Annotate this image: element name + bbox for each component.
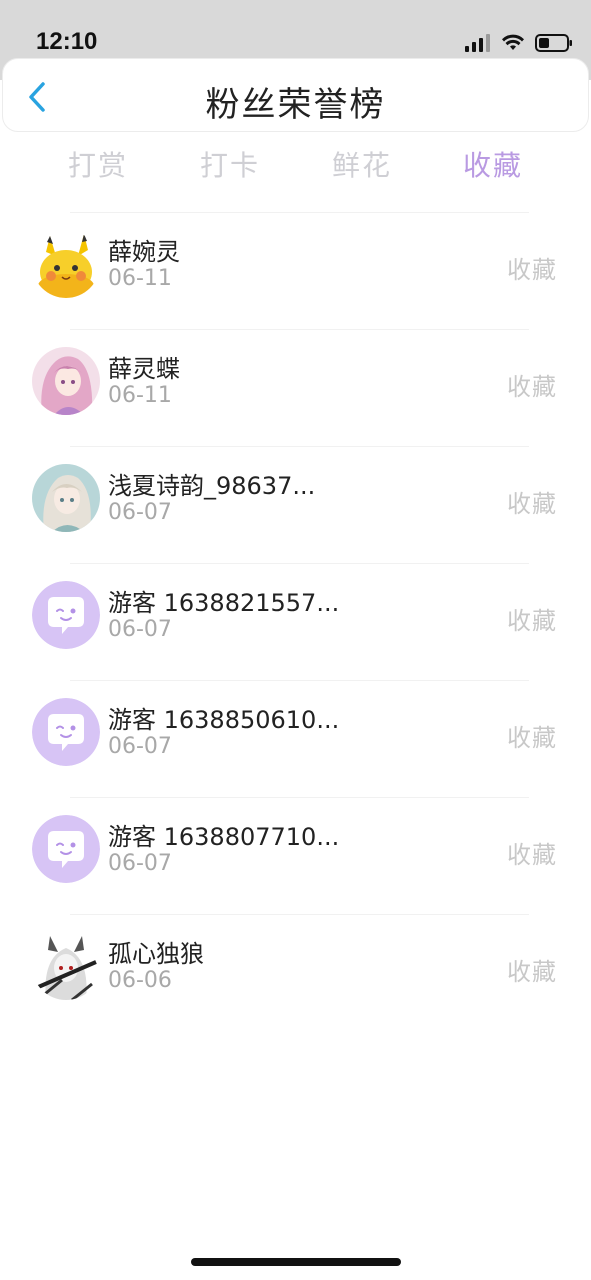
favorite-date: 06-07 (108, 734, 172, 759)
wifi-icon (502, 34, 524, 50)
favorite-date: 06-11 (108, 383, 172, 408)
list-item[interactable]: 游客 1638821557... 06-07 收藏 (0, 563, 591, 680)
row-divider (70, 329, 529, 330)
user-name: 孤心独狼 (108, 940, 204, 968)
page-title: 粉丝荣誉榜 (205, 85, 386, 125)
list-item[interactable]: 薛婉灵 06-11 收藏 (0, 212, 591, 329)
action-label: 收藏 (507, 490, 557, 518)
user-name: 浅夏诗韵_98637... (108, 472, 316, 500)
tab-bar: 打赏 打卡 鲜花 收藏 (0, 140, 591, 192)
list-item[interactable]: 薛灵蝶 06-11 收藏 (0, 329, 591, 446)
guest-chat-avatar-icon (32, 581, 100, 649)
list-item[interactable]: 孤心独狼 06-06 收藏 (0, 914, 591, 1031)
action-label: 收藏 (507, 841, 557, 869)
signal-icon (465, 34, 490, 52)
tab-checkin[interactable]: 打卡 (200, 144, 260, 184)
action-label: 收藏 (507, 958, 557, 986)
guest-chat-avatar-icon (32, 698, 100, 766)
avatar[interactable] (32, 932, 100, 1000)
row-divider (70, 680, 529, 681)
row-divider (70, 914, 529, 915)
favorite-date: 06-06 (108, 968, 172, 993)
row-divider (70, 446, 529, 447)
home-indicator[interactable] (191, 1258, 401, 1266)
action-label: 收藏 (507, 607, 557, 635)
list-item[interactable]: 游客 1638807710... 06-07 收藏 (0, 797, 591, 914)
anime-girl-pink-avatar-icon (32, 347, 100, 415)
avatar[interactable] (32, 815, 100, 883)
action-label: 收藏 (507, 373, 557, 401)
tab-favorites[interactable]: 收藏 (463, 144, 523, 184)
nav-header: 粉丝荣誉榜 (2, 58, 589, 132)
favorite-date: 06-07 (108, 851, 172, 876)
list-item[interactable]: 浅夏诗韵_98637... 06-07 收藏 (0, 446, 591, 563)
avatar[interactable] (32, 698, 100, 766)
user-name: 游客 1638807710... (108, 823, 340, 851)
row-divider (70, 797, 529, 798)
avatar[interactable] (32, 464, 100, 532)
anime-girl-teal-avatar-icon (32, 464, 100, 532)
fan-list: 薛婉灵 06-11 收藏 薛灵蝶 06-11 收藏 浅夏诗韵_98637... … (0, 212, 591, 1031)
list-item[interactable]: 游客 1638850610... 06-07 收藏 (0, 680, 591, 797)
row-divider (70, 212, 529, 213)
anime-wolf-girl-avatar-icon (32, 932, 100, 1000)
favorite-date: 06-11 (108, 266, 172, 291)
avatar[interactable] (32, 347, 100, 415)
avatar[interactable] (32, 230, 100, 298)
user-name: 薛婉灵 (108, 238, 180, 266)
avatar[interactable] (32, 581, 100, 649)
user-name: 薛灵蝶 (108, 355, 180, 383)
pikachu-avatar-icon (32, 230, 100, 298)
favorite-date: 06-07 (108, 500, 172, 525)
status-icons (465, 30, 573, 56)
user-name: 游客 1638850610... (108, 706, 340, 734)
guest-chat-avatar-icon (32, 815, 100, 883)
action-label: 收藏 (507, 724, 557, 752)
tab-reward[interactable]: 打赏 (68, 144, 128, 184)
tab-flowers[interactable]: 鲜花 (332, 144, 392, 184)
battery-icon (535, 34, 572, 52)
action-label: 收藏 (507, 256, 557, 284)
row-divider (70, 563, 529, 564)
user-name: 游客 1638821557... (108, 589, 340, 617)
status-time: 12:10 (36, 28, 98, 55)
favorite-date: 06-07 (108, 617, 172, 642)
